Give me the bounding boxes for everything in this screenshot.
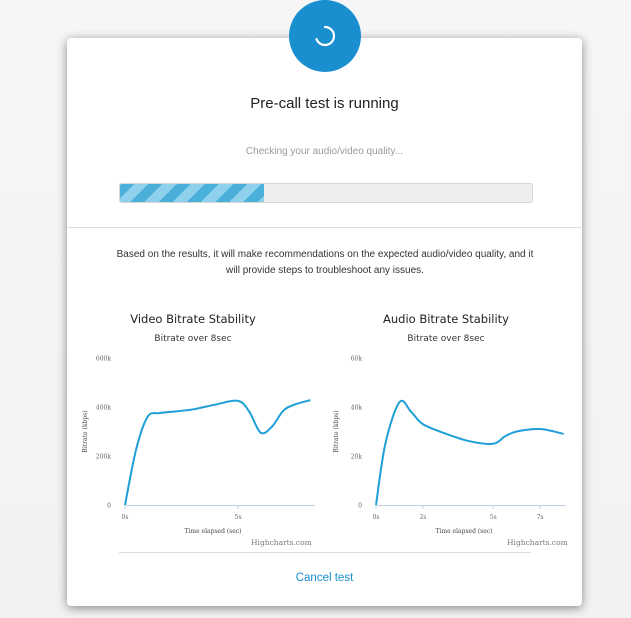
- audio-chart-x-tick-label: 0s: [373, 514, 380, 521]
- audio-chart-title: Audio Bitrate Stability: [382, 312, 509, 326]
- audio-bitrate-chart: 0 20k 40k 60k 0s 2s 5s 7s Time elapsed (sec) Bitr…: [333, 356, 566, 535]
- video-chart-series-line: [124, 399, 311, 506]
- audio-chart-y-tick-label: 0: [358, 503, 362, 510]
- audio-chart-x-axis-title: Time elapsed (sec): [435, 528, 492, 535]
- video-chart-y-tick-label: 600k: [96, 356, 111, 363]
- audio-chart-x-tick-label: 5s: [490, 514, 497, 521]
- video-chart-x-tick-label: 5s: [235, 514, 242, 521]
- divider: [67, 227, 582, 228]
- loading-spinner-icon: [289, 0, 361, 72]
- progress-bar-fill: [120, 184, 265, 202]
- video-chart-title: Video Bitrate Stability: [130, 312, 256, 326]
- video-chart-credit[interactable]: Highcharts.com: [251, 538, 312, 547]
- video-chart-y-tick-label: 200k: [96, 454, 111, 461]
- video-chart-y-tick-label: 400k: [96, 405, 111, 412]
- video-chart-x-axis-title: Time elapsed (sec): [184, 528, 241, 535]
- audio-chart-y-tick-label: 40k: [351, 405, 363, 412]
- audio-chart-x-tick-label: 2s: [419, 514, 426, 521]
- video-chart-subtitle: Bitrate over 8sec: [154, 334, 232, 344]
- cancel-test-button[interactable]: Cancel test: [67, 572, 582, 584]
- footer-divider: [119, 552, 531, 553]
- audio-chart-credit[interactable]: Highcharts.com: [507, 538, 568, 547]
- dialog-title: Pre-call test is running: [250, 95, 399, 112]
- audio-chart-y-tick-label: 60k: [351, 356, 363, 363]
- description-text: Based on the results, it will make recom…: [116, 249, 534, 276]
- audio-chart-series-line: [375, 399, 564, 506]
- audio-chart-subtitle: Bitrate over 8sec: [407, 334, 485, 344]
- progress-bar: [119, 183, 533, 203]
- video-bitrate-chart: 0 200k 400k 600k 0s 5s Time elapsed (sec) Bitra…: [82, 356, 315, 535]
- video-chart-y-tick-label: 0: [107, 503, 111, 510]
- video-chart-y-axis-title: Bitrate (kbps): [82, 410, 89, 452]
- video-chart-x-tick-label: 0s: [122, 514, 129, 521]
- status-text: Checking your audio/video quality...: [245, 146, 404, 157]
- audio-chart-y-tick-label: 20k: [351, 454, 363, 461]
- audio-chart-x-tick-label: 7s: [537, 514, 544, 521]
- audio-chart-y-axis-title: Bitrate (kbps): [333, 410, 340, 452]
